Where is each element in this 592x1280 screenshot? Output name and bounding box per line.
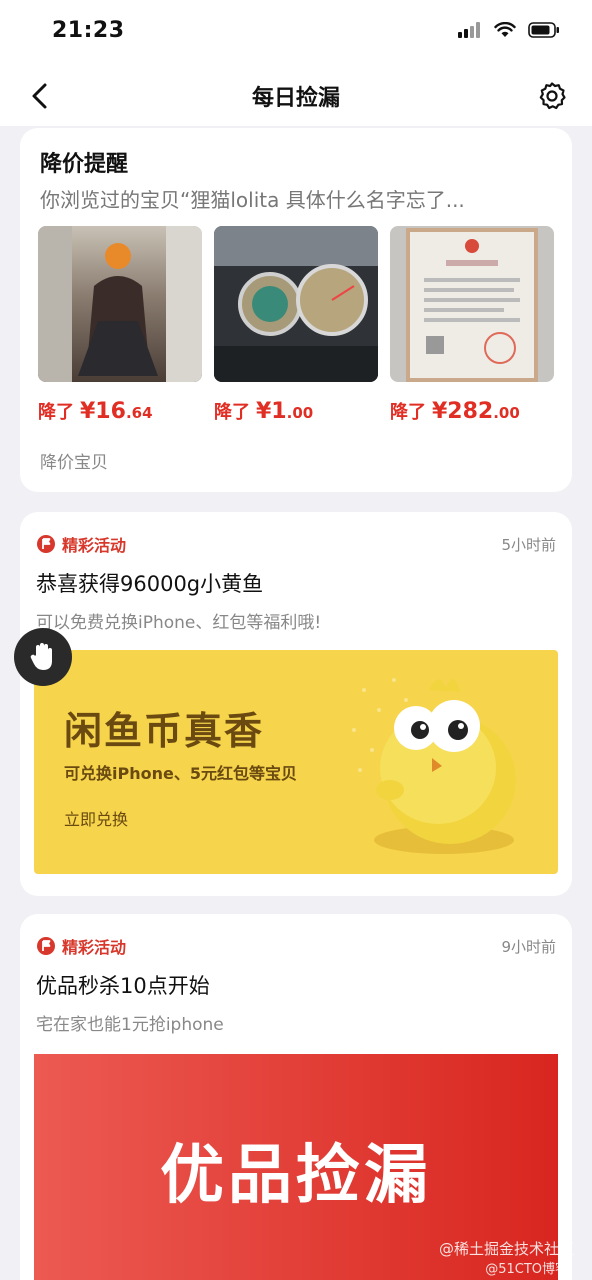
nav-bar: 每日捡漏 [0,66,592,126]
product-item[interactable]: 降了 ¥1.00 [214,226,378,424]
price-drop-amount: 降了 ¥1.00 [214,399,314,424]
hand-icon [30,643,52,670]
page-title: 每日捡漏 [251,86,340,111]
activity-tag: 精彩活动 [36,934,126,958]
watermark-secondary: @51CTO博客 [485,1262,568,1277]
activity-banner-coin[interactable]: 闲鱼币真香 可兑换iPhone、5元红包等宝贝 立即兑换 [34,650,558,874]
product-item[interactable]: 降了 ¥282.00 [390,226,554,424]
banner-title: 优品捡漏 [160,1139,432,1213]
banner-title: 闲鱼币真香 [64,709,265,753]
gear-icon [539,82,566,110]
activity-description: 宅在家也能1元抢iphone [36,1015,224,1035]
activity-tag: 精彩活动 [36,532,126,556]
activity-description: 可以免费兑换iPhone、红包等福利哦! [36,613,322,633]
price-alert-footer[interactable]: 降价宝贝 [40,448,108,473]
activity-tag-label: 精彩活动 [62,536,127,555]
banner-subtitle: 可兑换iPhone、5元红包等宝贝 [64,764,297,783]
activity-card[interactable]: 精彩活动 9小时前 优品秒杀10点开始 宅在家也能1元抢iphone 优品捡漏 [20,914,572,1280]
price-alert-card[interactable]: 降价提醒 你浏览过的宝贝“狸猫lolita 具体什么名字忘了... 降了 ¥16.… [20,128,572,492]
status-time: 21:23 [52,18,125,43]
activity-time: 5小时前 [501,536,556,554]
price-alert-title: 降价提醒 [40,152,129,177]
activity-title: 优品秒杀10点开始 [36,974,210,998]
activity-title: 恭喜获得96000g小黄鱼 [36,572,264,596]
price-drop-amount: 降了 ¥16.64 [38,399,153,424]
battery-icon [528,22,560,42]
price-alert-subtitle: 你浏览过的宝贝“狸猫lolita 具体什么名字忘了... [40,188,465,212]
price-drop-amount: 降了 ¥282.00 [390,399,520,424]
activity-card[interactable]: 精彩活动 5小时前 恭喜获得96000g小黄鱼 可以免费兑换iPhone、红包等… [20,512,572,896]
settings-button[interactable] [534,78,570,114]
redeem-now-button[interactable]: 立即兑换 [64,806,128,830]
flag-icon [37,535,55,553]
watermark: @稀土掘金技术社区 [438,1240,574,1258]
product-image-dashboard [214,226,378,382]
product-item[interactable]: 降了 ¥16.64 [38,226,202,424]
activity-tag-label: 精彩活动 [62,938,127,957]
status-icons [458,21,560,42]
product-image-lolita [38,226,202,382]
flag-icon [37,937,55,955]
status-bar: 21:23 [0,0,592,66]
activity-time: 9小时前 [501,938,556,956]
signal-icon [458,22,482,42]
wifi-icon [494,21,516,42]
floating-hand-button[interactable] [14,628,72,686]
product-image-license [390,226,554,382]
